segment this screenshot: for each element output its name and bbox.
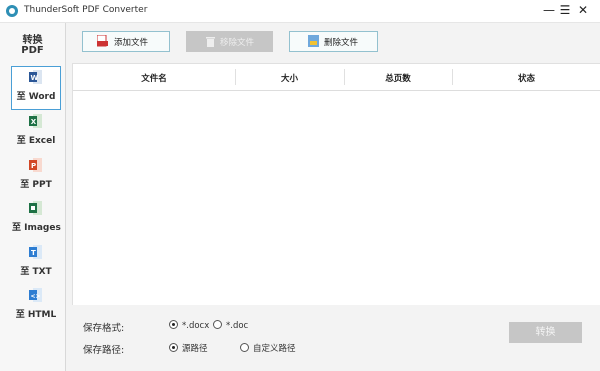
word-icon: W bbox=[29, 70, 42, 84]
sidebar-item-label: 至 Excel bbox=[16, 136, 56, 146]
radio-icon[interactable] bbox=[213, 320, 222, 329]
remove-file-button[interactable]: 移除文件 bbox=[186, 31, 273, 52]
app-logo-icon bbox=[6, 5, 18, 17]
add-file-label: 添加文件 bbox=[114, 38, 149, 48]
ppt-icon: P bbox=[29, 158, 42, 172]
convert-button[interactable]: 转换 bbox=[509, 322, 582, 343]
file-list-table: 文件名 大小 总页数 状态 bbox=[72, 63, 600, 306]
title-bar: ThunderSoft PDF Converter — ☰ ✕ bbox=[0, 0, 600, 23]
images-icon bbox=[29, 201, 42, 215]
radio-selected-icon[interactable] bbox=[169, 343, 178, 352]
path-option-label: 源路径 bbox=[182, 344, 208, 354]
column-pages[interactable]: 总页数 bbox=[344, 72, 452, 84]
sidebar-heading: 转换 bbox=[22, 35, 43, 46]
svg-text:W: W bbox=[31, 74, 39, 82]
svg-text:X: X bbox=[31, 118, 37, 126]
sidebar-subheading: PDF bbox=[21, 45, 44, 56]
excel-icon: X bbox=[29, 114, 42, 128]
save-path-label: 保存路径: bbox=[83, 345, 125, 356]
sidebar-item-ppt[interactable]: P 至 PPT bbox=[11, 154, 61, 198]
delete-file-button[interactable]: 删除文件 bbox=[289, 31, 378, 52]
svg-text:T: T bbox=[31, 249, 36, 257]
column-size[interactable]: 大小 bbox=[235, 72, 344, 84]
html-icon: <> bbox=[29, 288, 42, 302]
table-header: 文件名 大小 总页数 状态 bbox=[73, 64, 600, 91]
trash-icon bbox=[206, 37, 215, 47]
sidebar-item-label: 至 PPT bbox=[20, 180, 52, 190]
path-option-label: 自定义路径 bbox=[253, 344, 296, 354]
remove-file-label: 移除文件 bbox=[220, 38, 255, 48]
window-title: ThunderSoft PDF Converter bbox=[24, 5, 148, 15]
sidebar: 转换 PDF W 至 Word X 至 Excel P 至 PPT 至 Imag… bbox=[0, 23, 66, 371]
sidebar-item-images[interactable]: 至 Images bbox=[11, 197, 61, 241]
radio-selected-icon[interactable] bbox=[169, 320, 178, 329]
txt-icon: T bbox=[29, 245, 42, 259]
sidebar-item-excel[interactable]: X 至 Excel bbox=[11, 110, 61, 154]
sidebar-item-txt[interactable]: T 至 TXT bbox=[11, 241, 61, 285]
svg-text:P: P bbox=[31, 162, 36, 170]
sidebar-item-label: 至 HTML bbox=[15, 310, 57, 320]
sidebar-item-word[interactable]: W 至 Word bbox=[11, 66, 61, 110]
column-status[interactable]: 状态 bbox=[452, 72, 600, 84]
radio-icon[interactable] bbox=[240, 343, 249, 352]
delete-image-icon bbox=[308, 35, 319, 47]
save-format-label: 保存格式: bbox=[83, 323, 125, 334]
delete-file-label: 删除文件 bbox=[324, 38, 359, 48]
menu-button[interactable]: ☰ bbox=[556, 2, 574, 18]
sidebar-item-label: 至 TXT bbox=[20, 267, 52, 277]
sidebar-item-html[interactable]: <> 至 HTML bbox=[11, 284, 61, 328]
path-option-source[interactable]: 源路径 bbox=[169, 342, 208, 354]
column-filename[interactable]: 文件名 bbox=[73, 72, 235, 84]
format-option-doc[interactable]: *.doc bbox=[213, 320, 248, 331]
sidebar-item-label: 至 Word bbox=[16, 92, 56, 102]
path-option-custom[interactable]: 自定义路径 bbox=[240, 342, 296, 354]
svg-text:<>: <> bbox=[31, 293, 41, 300]
add-file-button[interactable]: 添加文件 bbox=[82, 31, 170, 52]
sidebar-item-label: 至 Images bbox=[12, 223, 61, 233]
close-button[interactable]: ✕ bbox=[574, 2, 592, 18]
format-option-docx[interactable]: *.docx bbox=[169, 320, 209, 331]
format-option-label: *.docx bbox=[182, 321, 210, 331]
format-option-label: *.doc bbox=[226, 321, 249, 331]
settings-panel: 保存格式: *.docx *.doc 保存路径: 源路径 自定义路径 转换 bbox=[72, 305, 600, 371]
add-pdf-icon bbox=[97, 35, 108, 47]
